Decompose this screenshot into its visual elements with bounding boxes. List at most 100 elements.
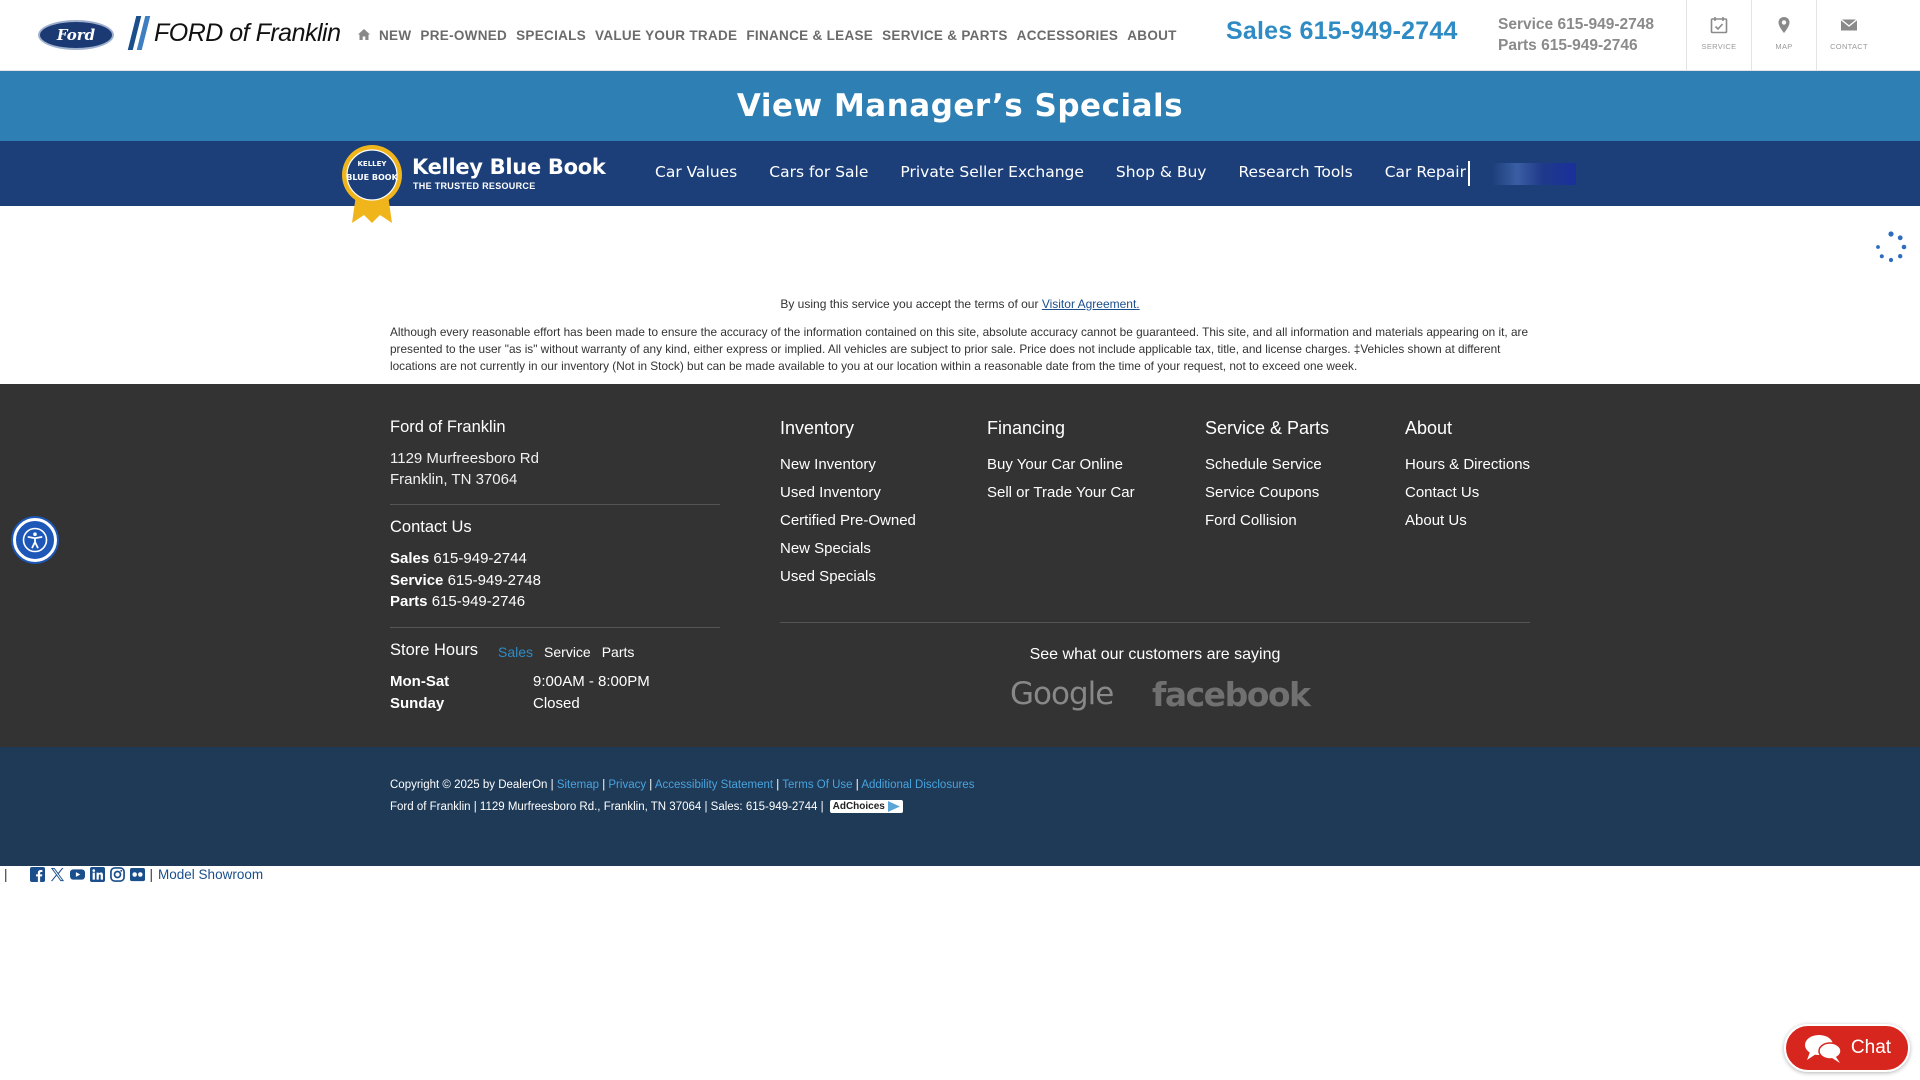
instagram-icon[interactable] [109, 867, 125, 882]
kbb-nav-car-repair[interactable]: Car Repair [1385, 163, 1466, 181]
facebook-reviews-logo[interactable]: facebook [1152, 675, 1311, 714]
privacy-link[interactable]: Privacy [608, 779, 646, 791]
footer-link-certified-pre-owned[interactable]: Certified Pre-Owned [780, 507, 916, 535]
hours-tab-service[interactable]: Service [544, 644, 591, 660]
footer-link-hours-directions[interactable]: Hours & Directions [1405, 451, 1530, 479]
social-row: | | Model Showroom [4, 867, 263, 882]
nav-specials[interactable]: SPECIALS [516, 28, 586, 43]
footer-service-label: Service [390, 571, 444, 589]
footer-address[interactable]: 1129 Murfreesboro Rd Franklin, TN 37064 [390, 448, 539, 490]
nav-finance-lease[interactable]: FINANCE & LEASE [746, 28, 873, 43]
nav-value-your-trade[interactable]: VALUE YOUR TRADE [595, 28, 737, 43]
chat-button[interactable]: Chat [1784, 1024, 1910, 1072]
kbb-divider [1468, 161, 1470, 186]
kbb-badge-icon[interactable]: KELLEY BLUE BOOK [340, 143, 404, 223]
footer-divider [390, 504, 720, 505]
sitemap-link[interactable]: Sitemap [557, 779, 599, 791]
footer-sales-phone[interactable]: Sales 615-949-2744 [390, 548, 541, 570]
footer-link-ford-collision[interactable]: Ford Collision [1205, 507, 1329, 535]
hours-time: 9:00AM - 8:00PM [533, 673, 650, 690]
home-icon[interactable] [358, 28, 370, 43]
kbb-title[interactable]: Kelley Blue Book [412, 155, 606, 179]
footer-link-sell-trade[interactable]: Sell or Trade Your Car [987, 479, 1135, 507]
footer-service-phone[interactable]: Service 615-949-2748 [390, 570, 541, 592]
x-icon[interactable] [50, 867, 65, 882]
footer-col-inventory: Inventory New Inventory Used Inventory C… [780, 418, 916, 591]
footer-parts-phone[interactable]: Parts 615-949-2746 [390, 591, 541, 613]
envelope-icon [1840, 18, 1858, 31]
footer-divider [390, 627, 720, 628]
service-phone-number: 615-949-2748 [1557, 16, 1655, 33]
service-phone-link[interactable]: Service 615-949-2748 [1498, 14, 1654, 35]
dealer-logo-text: FORD of Franklin [154, 18, 341, 47]
kbb-nav-shop-buy[interactable]: Shop & Buy [1116, 163, 1207, 181]
visitor-agreement-link[interactable]: Visitor Agreement. [1042, 297, 1140, 311]
footer-link-buy-online[interactable]: Buy Your Car Online [987, 451, 1135, 479]
service-phone-label: Service [1498, 16, 1554, 33]
sales-phone-number: 615-949-2744 [1299, 17, 1458, 45]
service-button[interactable]: SERVICE [1686, 0, 1751, 70]
additional-disclosures-link[interactable]: Additional Disclosures [861, 779, 974, 791]
nav-pre-owned[interactable]: PRE-OWNED [420, 28, 507, 43]
youtube-icon[interactable] [69, 867, 85, 882]
footer-link-used-specials[interactable]: Used Specials [780, 563, 916, 591]
footer-dealer-name: Ford of Franklin [390, 418, 506, 436]
kbb-bar: KELLEY BLUE BOOK Kelley Blue Book THE TR… [0, 141, 1920, 223]
parts-phone-link[interactable]: Parts 615-949-2746 [1498, 35, 1654, 56]
kbb-nav-car-values[interactable]: Car Values [655, 163, 737, 181]
linkedin-icon[interactable] [89, 867, 105, 882]
footer-link-used-inventory[interactable]: Used Inventory [780, 479, 916, 507]
footer-sales-label: Sales [390, 550, 430, 567]
kbb-nav-research-tools[interactable]: Research Tools [1238, 163, 1352, 181]
dealer-logo-bars-icon [127, 16, 151, 50]
map-button-label: MAP [1775, 42, 1793, 51]
calendar-check-icon [1710, 17, 1728, 34]
ford-logo-text: Ford [56, 26, 96, 44]
nav-about[interactable]: ABOUT [1127, 28, 1177, 43]
nav-accessories[interactable]: ACCESSORIES [1017, 28, 1119, 43]
footer-col-heading: About [1405, 418, 1453, 438]
sales-phone-link[interactable]: Sales 615-949-2744 [1226, 17, 1458, 46]
terms-of-use-link[interactable]: Terms Of Use [782, 779, 852, 791]
footer-link-service-coupons[interactable]: Service Coupons [1205, 479, 1329, 507]
hours-row: Sunday Closed [390, 693, 650, 715]
model-showroom-link[interactable]: Model Showroom [158, 867, 263, 882]
footer-link-schedule-service[interactable]: Schedule Service [1205, 451, 1329, 479]
hours-day: Sunday [390, 695, 445, 712]
managers-specials-banner[interactable]: View Manager’s Specials [0, 71, 1920, 141]
sales-phone-label: Sales [1226, 17, 1293, 45]
adchoices-label: AdChoices [832, 801, 885, 812]
kbb-nav-cars-for-sale[interactable]: Cars for Sale [769, 163, 868, 181]
footer-contact-heading: Contact Us [390, 518, 472, 536]
hours-tab-sales[interactable]: Sales [498, 644, 533, 660]
flickr-icon[interactable] [129, 867, 145, 882]
footer-divider [780, 622, 1530, 623]
map-button[interactable]: MAP [1751, 0, 1816, 70]
divider: | [4, 867, 8, 882]
terms-text: By using this service you accept the ter… [780, 297, 1039, 311]
ford-logo[interactable]: Ford [38, 20, 114, 50]
hours-tab-parts[interactable]: Parts [602, 644, 635, 660]
footer-link-about-us[interactable]: About Us [1405, 507, 1530, 535]
accessibility-statement-link[interactable]: Accessibility Statement [655, 779, 773, 791]
legal-line-1: Copyright © 2025 by DealerOn | Sitemap |… [390, 779, 975, 791]
footer-link-new-inventory[interactable]: New Inventory [780, 451, 916, 479]
contact-button[interactable]: CONTACT [1816, 0, 1881, 70]
kbb-nav-private-seller-exchange[interactable]: Private Seller Exchange [900, 163, 1084, 181]
nav-new[interactable]: NEW [379, 28, 411, 43]
facebook-icon[interactable] [29, 867, 45, 882]
footer-link-new-specials[interactable]: New Specials [780, 535, 916, 563]
dealer-logo[interactable]: FORD of Franklin [127, 15, 341, 51]
chat-label: Chat [1850, 1037, 1892, 1058]
footer-link-contact-us[interactable]: Contact Us [1405, 479, 1530, 507]
legal-bar: Copyright © 2025 by DealerOn | Sitemap |… [0, 747, 1920, 866]
contact-button-label: CONTACT [1830, 42, 1868, 51]
map-pin-icon [1778, 17, 1790, 33]
google-reviews-logo[interactable]: Google [1010, 676, 1114, 712]
accessibility-widget-button[interactable] [13, 518, 57, 562]
adchoices-badge[interactable]: AdChoices [829, 800, 903, 813]
footer-address-line1: 1129 Murfreesboro Rd [390, 450, 539, 467]
svg-text:BLUE BOOK: BLUE BOOK [346, 173, 398, 182]
footer-col-service-parts: Service & Parts Schedule Service Service… [1205, 418, 1329, 535]
nav-service-parts[interactable]: SERVICE & PARTS [882, 28, 1008, 43]
